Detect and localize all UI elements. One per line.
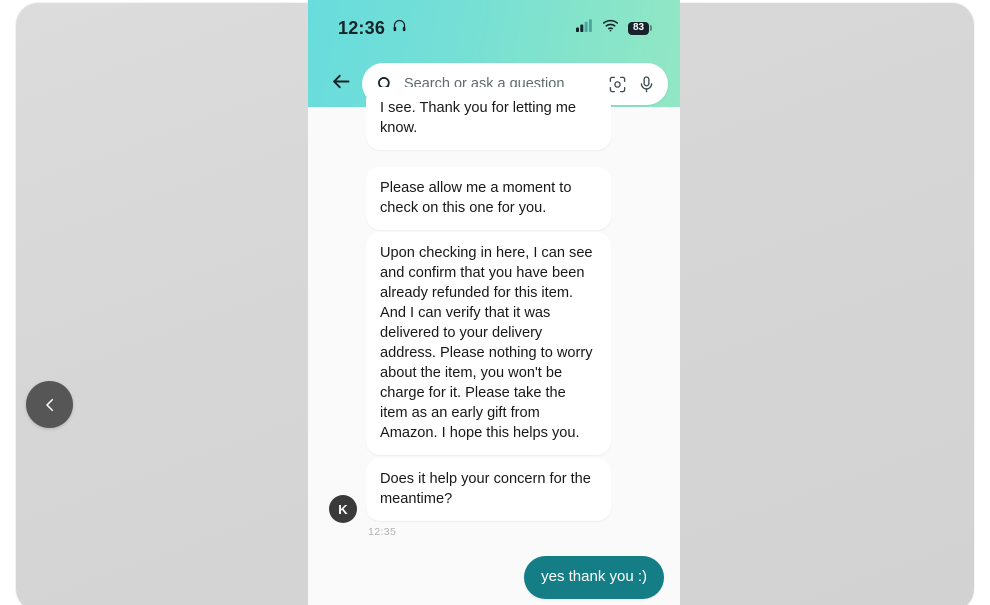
chevron-left-icon [41, 396, 59, 414]
avatar: K [329, 495, 357, 523]
battery-tip [650, 25, 652, 31]
chat-bubble-agent: Does it help your concern for the meanti… [366, 458, 611, 521]
chat-thread[interactable]: I see. Thank you for letting me know. Pl… [308, 87, 680, 605]
status-bar: 12:36 83 [308, 0, 680, 56]
microphone-icon[interactable] [637, 75, 656, 94]
battery-icon: 83 [628, 21, 652, 35]
screenshot-stage: 12:36 83 Search or ask a question I see.… [0, 0, 990, 605]
back-button[interactable] [324, 64, 358, 104]
chat-bubble-user: yes thank you :) [524, 556, 664, 599]
status-bar-left: 12:36 [338, 18, 407, 39]
chat-bubble-agent: I see. Thank you for letting me know. [366, 87, 611, 150]
headphones-icon [392, 18, 407, 38]
battery-level: 83 [628, 21, 649, 35]
arrow-left-icon [331, 71, 352, 97]
status-time: 12:36 [338, 17, 386, 38]
wifi-icon [602, 19, 619, 37]
message-timestamp: 12:35 [368, 526, 397, 538]
phone-screenshot: 12:36 83 Search or ask a question I see.… [308, 0, 680, 605]
cellular-signal-icon [576, 19, 593, 37]
chat-bubble-agent: Upon checking in here, I can see and con… [366, 232, 611, 455]
camera-scan-icon[interactable] [608, 75, 627, 94]
previous-image-button[interactable] [26, 381, 73, 428]
status-bar-right: 83 [576, 19, 652, 37]
chat-bubble-agent: Please allow me a moment to check on thi… [366, 167, 611, 230]
